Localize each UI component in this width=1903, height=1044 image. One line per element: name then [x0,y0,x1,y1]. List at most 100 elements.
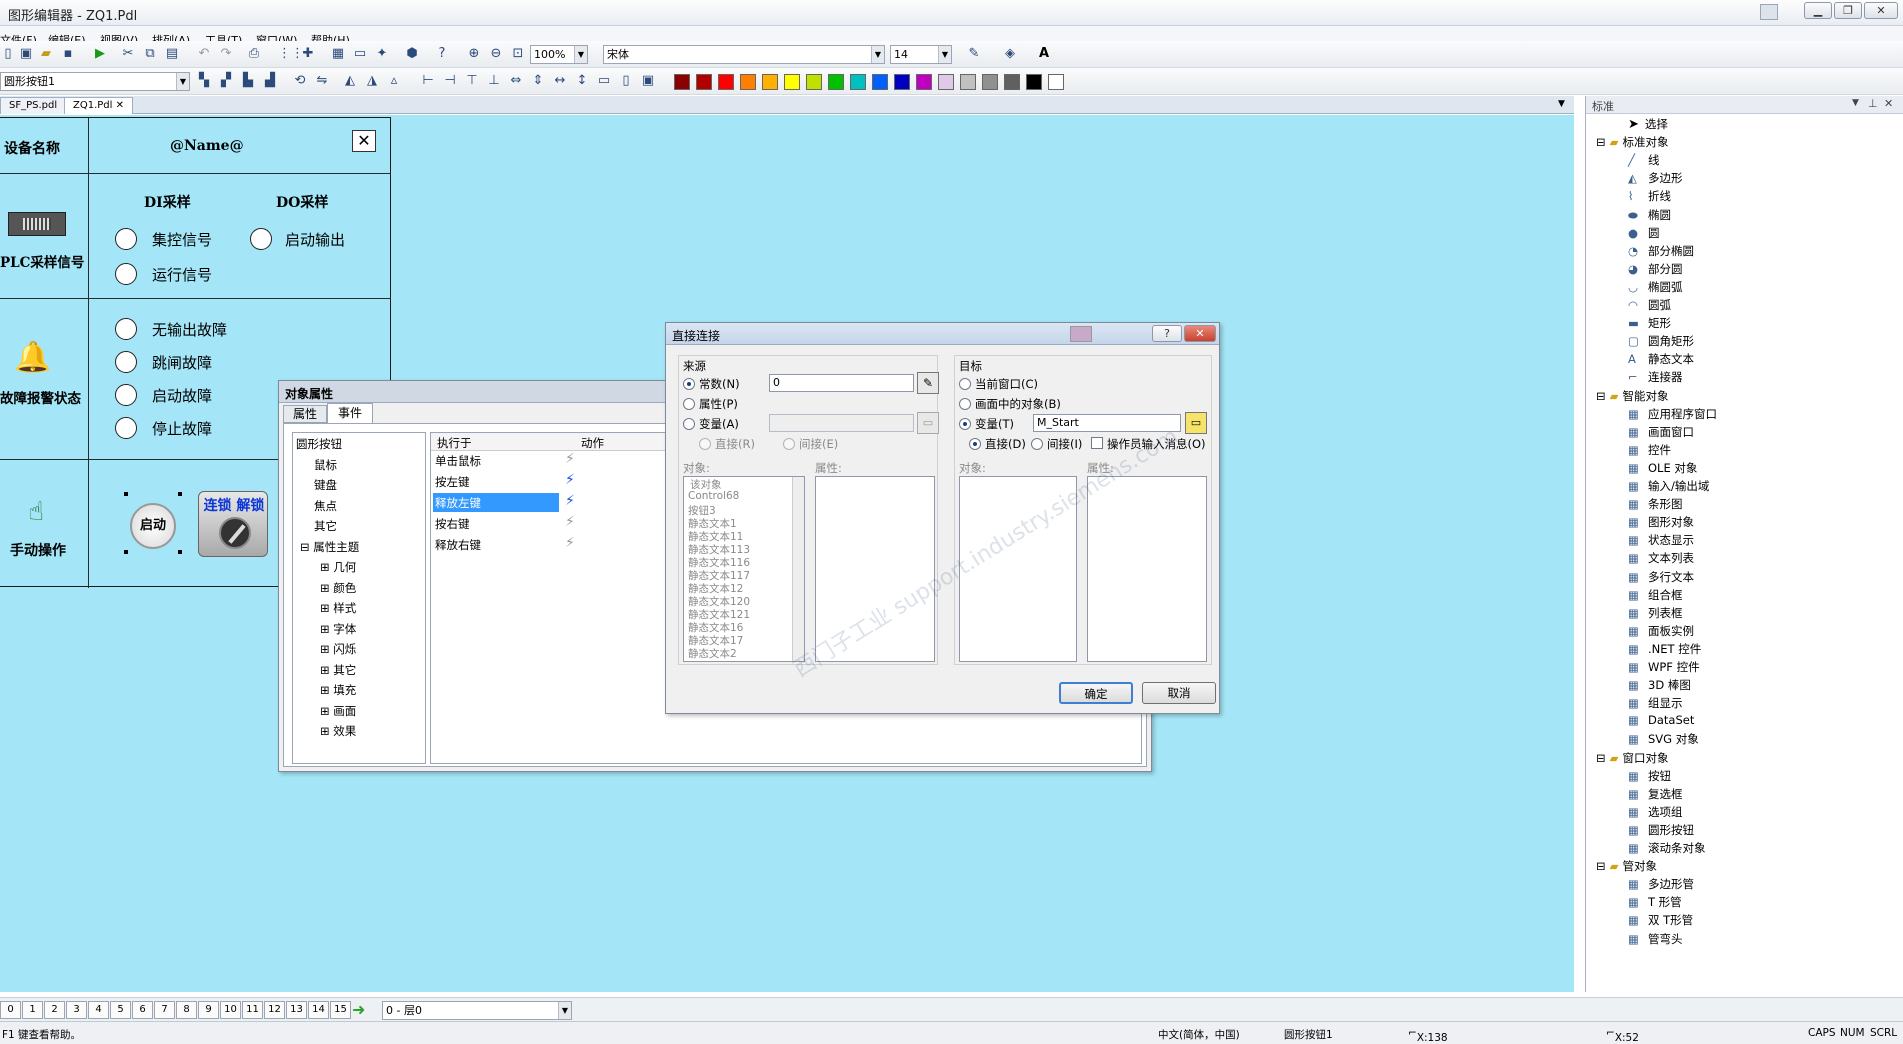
col-exec-header[interactable]: 执行于 [437,435,472,451]
bring-front-icon[interactable]: ▚ [196,73,212,89]
event-tree-item[interactable]: ⊞ 其它 [320,662,356,678]
send-back-icon[interactable]: ▞ [218,73,234,89]
palette-item[interactable]: ◠ 圆弧 [1628,297,1671,313]
palette-item[interactable]: ▦ DataSet [1628,713,1694,727]
library-icon[interactable]: ▭ [352,46,368,62]
palette-item[interactable]: ▦ 画面窗口 [1628,424,1694,440]
palette-item[interactable]: ╱ 线 [1628,152,1660,168]
palette-item[interactable]: ▦ .NET 控件 [1628,641,1701,657]
event-tree-item[interactable]: ⊞ 字体 [320,621,356,637]
font-combo[interactable]: 宋体 ▼ [603,45,885,64]
palette-group[interactable]: ⊟ ▰ 智能对象 [1596,388,1669,404]
layer-button[interactable]: 6 [132,1001,153,1019]
color-swatch[interactable] [982,74,998,90]
tgt-screen-object-radio[interactable] [959,398,971,410]
expand-icon[interactable]: ⊞ [320,581,333,595]
collapse-icon[interactable]: ⊟ [1596,751,1606,765]
expand-icon[interactable]: ⊞ [320,601,333,615]
palette-item[interactable]: ▦ 状态显示 [1628,532,1694,548]
fill-color-icon[interactable]: ◈ [1002,46,1018,62]
src-property-radio[interactable] [683,398,695,410]
palette-group[interactable]: ⊟ ▰ 管对象 [1596,858,1657,874]
tab-sf-ps[interactable]: SF_PS.pdl [0,97,67,114]
cut-icon[interactable]: ✂ [120,46,136,62]
palette-item[interactable]: ⌐ 连接器 [1628,369,1683,385]
layer-button[interactable]: 4 [88,1001,109,1019]
align-right-icon[interactable]: ⊣ [442,73,458,89]
src-constant-radio[interactable] [683,378,695,390]
layer-button[interactable]: 0 [0,1001,21,1019]
layer-button[interactable]: 3 [66,1001,87,1019]
src-indirect-radio[interactable] [783,438,795,450]
layer-button[interactable]: 2 [44,1001,65,1019]
event-tree-item[interactable]: 圆形按钮 [296,436,342,452]
event-row[interactable]: 按左键 ⚡ [433,472,575,491]
palette-item[interactable]: ▦ 文本列表 [1628,550,1694,566]
palette-item[interactable]: ▦ 圆形按钮 [1628,822,1694,838]
color-swatch[interactable] [718,74,734,90]
print-icon[interactable]: ⎙ [246,46,262,62]
restore-child-icon[interactable] [1760,4,1778,20]
palette-select[interactable]: ➤ 选择 [1628,116,1668,132]
tgt-screen-object-label[interactable]: 画面中的对象(B) [975,396,1061,412]
palette-item[interactable]: ▦ 管弯头 [1628,931,1683,947]
expand-icon[interactable]: ⊞ [320,663,333,677]
lightning-icon[interactable]: ⚡ [565,535,575,551]
color-swatch[interactable] [828,74,844,90]
tgt-tag-browse-icon[interactable]: ▭ [1185,412,1207,434]
color-swatch[interactable] [696,74,712,90]
spread-v-icon[interactable]: ↕ [574,73,590,89]
edit-constant-icon[interactable]: ✎ [917,372,939,394]
same-size-icon[interactable]: ▣ [640,73,656,89]
same-width-icon[interactable]: ▭ [596,73,612,89]
color-swatch[interactable] [806,74,822,90]
tgt-indirect-radio[interactable] [1031,438,1043,450]
event-tree-item[interactable]: ⊞ 样式 [320,600,356,616]
align-bottom-icon[interactable]: ⊥ [486,73,502,89]
palette-item[interactable]: ▦ 输入/输出域 [1628,478,1709,494]
event-tree-item[interactable]: ⊞ 效果 [320,723,356,739]
color-swatch[interactable] [784,74,800,90]
mirror-icon[interactable]: ⇋ [314,73,330,89]
palette-item[interactable]: ▦ 条形图 [1628,496,1683,512]
dialog-close-button[interactable]: ✕ [1184,325,1216,342]
tgt-variable-radio[interactable] [959,418,971,430]
flip-v-icon[interactable]: ◮ [364,73,380,89]
event-tree-item[interactable]: 其它 [314,518,337,534]
src-variable-input[interactable] [769,414,914,432]
color-swatch[interactable] [960,74,976,90]
line-color-icon[interactable]: ✎ [966,46,982,62]
collapse-icon[interactable]: ⊟ [1596,389,1606,403]
palette-item[interactable]: ▦ 双 T形管 [1628,912,1693,928]
snap-icon[interactable]: ✚ [300,46,316,62]
color-swatch[interactable] [894,74,910,90]
open-icon[interactable]: ▰ [38,46,54,62]
new-template-icon[interactable]: ▣ [18,46,34,62]
collapse-icon[interactable]: ⊟ [1596,859,1606,873]
palette-item[interactable]: ◭ 多边形 [1628,170,1683,186]
layer-button[interactable]: 7 [154,1001,175,1019]
zoom-area-icon[interactable]: ⊡ [510,46,526,62]
src-indirect-label[interactable]: 间接(E) [799,436,838,452]
event-tree-item[interactable]: ⊞ 闪烁 [320,641,356,657]
src-tag-browse-icon[interactable]: ▭ [917,412,939,434]
palette-item[interactable]: ▦ 多行文本 [1628,569,1694,585]
layer-button[interactable]: 1 [22,1001,43,1019]
tgt-current-window-label[interactable]: 当前窗口(C) [975,376,1038,392]
event-row[interactable]: 释放右键 ⚡ [433,535,575,554]
palette-item[interactable]: ▦ 按钮 [1628,768,1671,784]
zoom-combo[interactable]: 100% ▼ [530,45,588,64]
tgt-direct-radio[interactable] [969,438,981,450]
palette-item[interactable]: ▦ 复选框 [1628,786,1683,802]
tgt-variable-label[interactable]: 变量(T) [975,416,1014,432]
flip-h-icon[interactable]: ◭ [342,73,358,89]
tgt-property-list[interactable] [1087,476,1207,662]
forward-icon[interactable]: ▙ [240,73,256,89]
save-icon[interactable]: ▪ [60,46,76,62]
layer-select[interactable]: 0 - 层0 ▼ [382,1001,572,1020]
palette-item[interactable]: ▦ 选项组 [1628,804,1683,820]
copy-icon[interactable]: ⧉ [142,46,158,62]
tab-properties[interactable]: 属性 [283,405,327,423]
palette-item[interactable]: ◡ 椭圆弧 [1628,279,1683,295]
layer-button[interactable]: 13 [286,1001,307,1019]
